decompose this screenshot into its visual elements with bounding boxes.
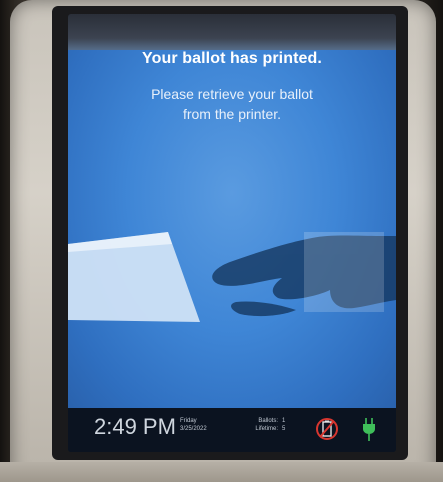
ballots-value: 1 — [282, 418, 286, 424]
power-plug-icon — [363, 418, 375, 441]
voting-machine-photo: Your ballot has printed. Please retrieve… — [0, 0, 443, 482]
touchscreen[interactable]: Your ballot has printed. Please retrieve… — [68, 14, 396, 452]
retrieve-ballot-message: Please retrieve your ballot from the pri… — [108, 84, 356, 124]
message-line-2: from the printer. — [182, 106, 282, 122]
date-label: 3/25/2022 — [180, 426, 207, 432]
screen-glare — [68, 14, 396, 54]
date-block: Friday 3/25/2022 — [180, 417, 207, 433]
retrieve-ballot-illustration — [68, 232, 396, 322]
device-base — [0, 462, 443, 482]
ballots-row: Ballots: 1 — [242, 417, 285, 425]
ballot-counts: Ballots: 1 Lifetime: 5 — [242, 417, 285, 433]
ballot-printed-heading: Your ballot has printed. — [142, 50, 322, 67]
lifetime-row: Lifetime: 5 — [242, 425, 285, 433]
ballots-label: Ballots: — [258, 418, 278, 424]
battery-warning-icon — [316, 418, 338, 440]
lifetime-label: Lifetime: — [255, 426, 278, 432]
message-line-1: Please retrieve your ballot — [151, 86, 313, 102]
clock-time: 2:49 PM — [94, 414, 176, 439]
lifetime-value: 5 — [282, 426, 286, 432]
day-label: Friday — [180, 418, 197, 424]
status-bar: 2:49 PM Friday 3/25/2022 Ballots: 1 Life… — [68, 408, 396, 452]
